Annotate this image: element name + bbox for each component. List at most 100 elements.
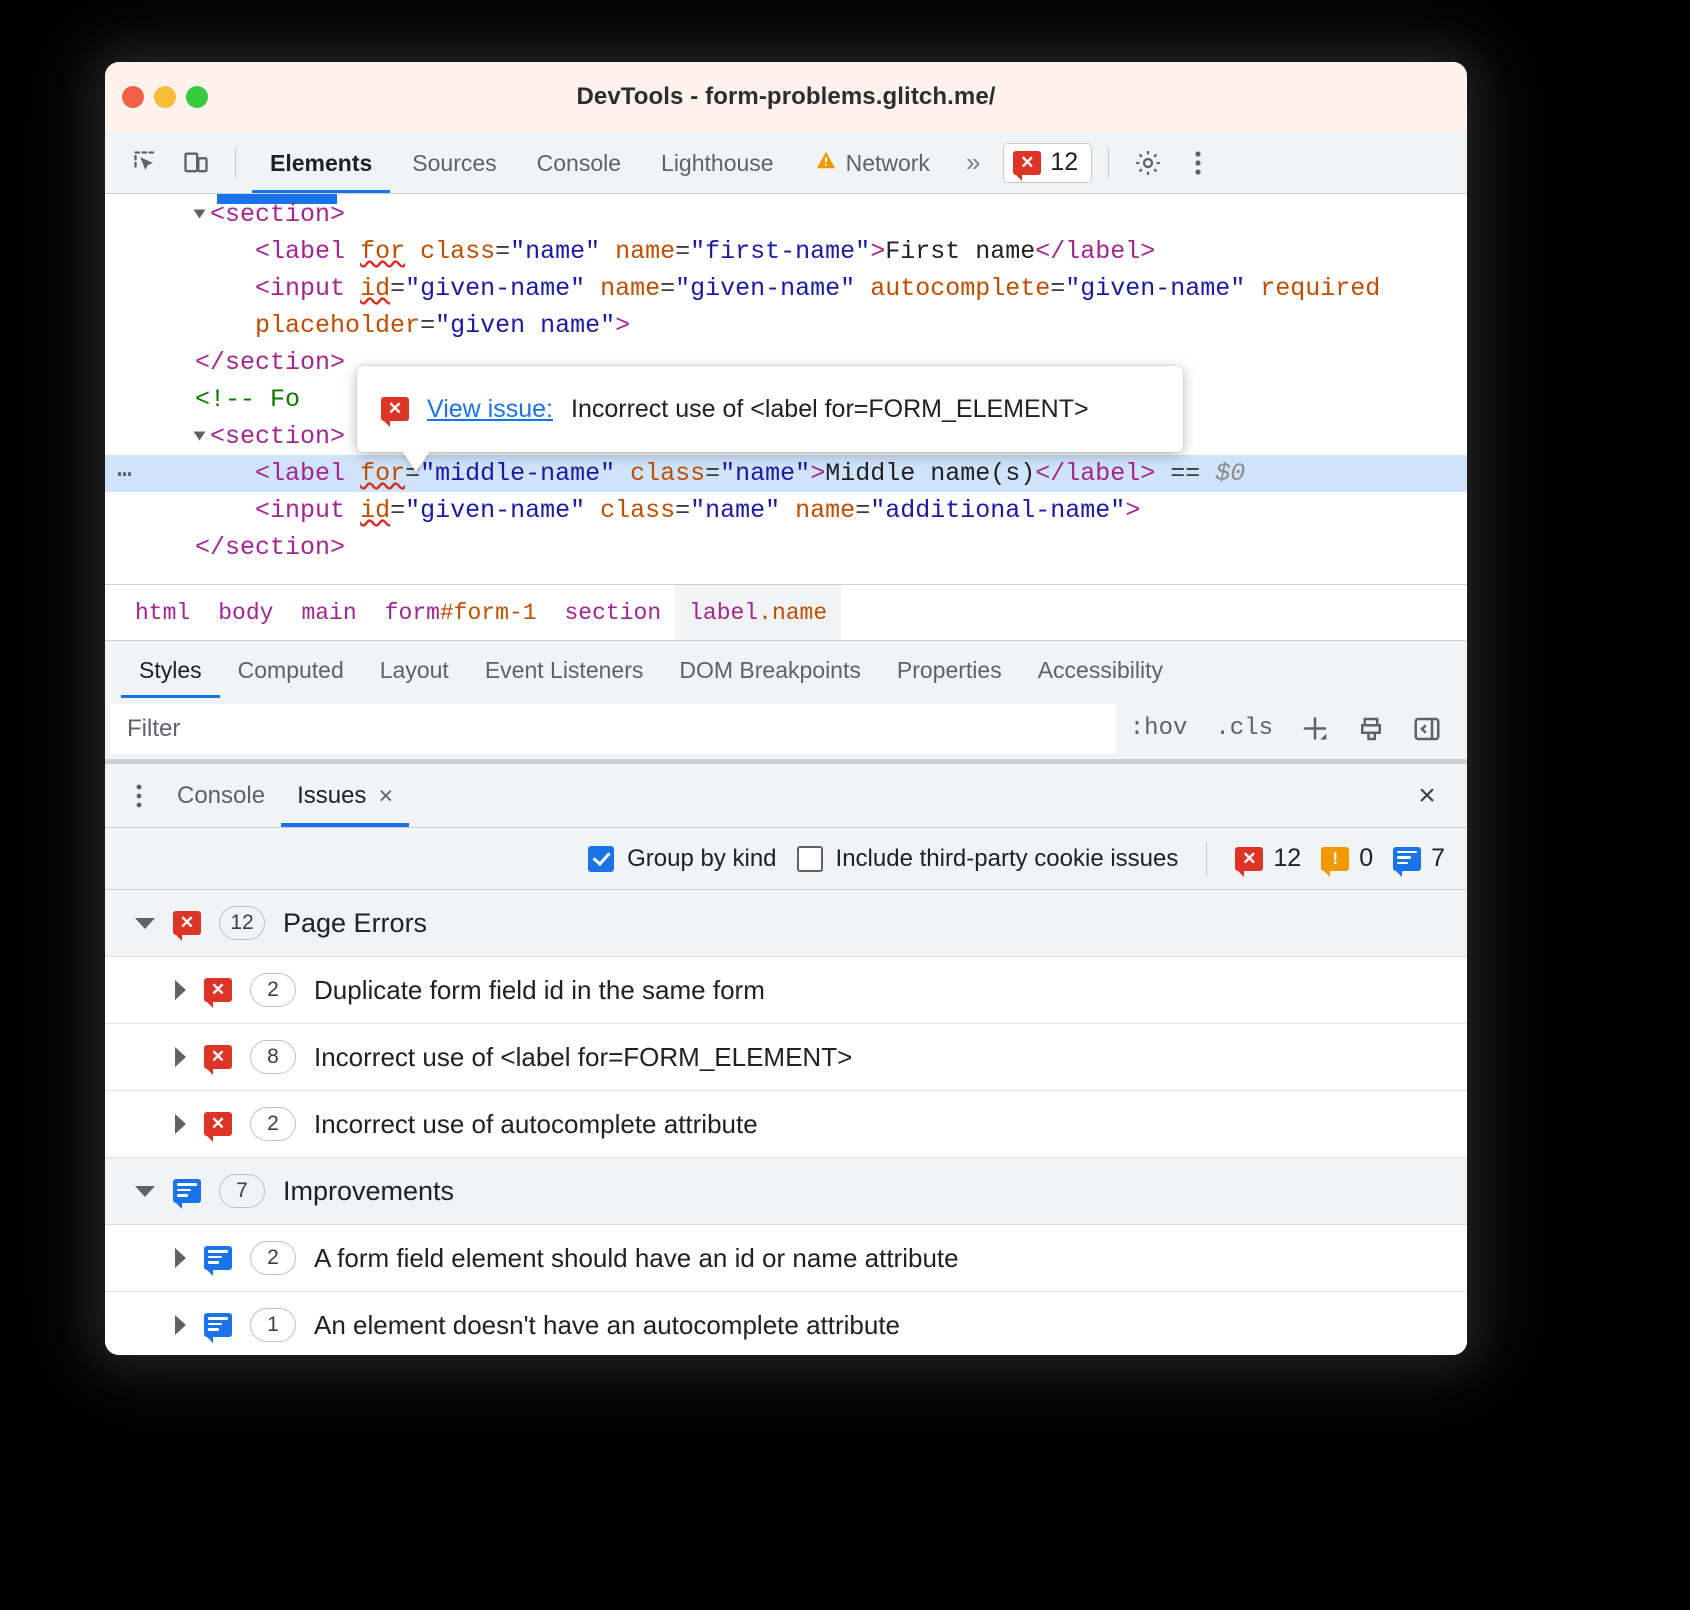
issue-tooltip[interactable]: ✕ View issue: Incorrect use of <label fo… bbox=[357, 366, 1183, 452]
drawer-tab-issues[interactable]: Issues × bbox=[281, 765, 409, 827]
breadcrumb[interactable]: htmlbody main form#form-1sectionlabel.name bbox=[105, 584, 1467, 640]
dom-tree[interactable]: <section> <label for class="name" name="… bbox=[105, 194, 1467, 584]
tab-network[interactable]: Network bbox=[796, 133, 948, 193]
issue-group-label: Improvements bbox=[283, 1176, 454, 1207]
chevron-down-icon[interactable] bbox=[135, 918, 155, 929]
kebab-menu-icon[interactable] bbox=[1175, 141, 1221, 185]
issue-count-pill: 8 bbox=[250, 1040, 296, 1074]
elements-sidebar-tabs[interactable]: StylesComputedLayoutEvent ListenersDOM B… bbox=[105, 640, 1467, 698]
expand-triangle-icon[interactable] bbox=[194, 432, 206, 441]
tab-console[interactable]: Console bbox=[519, 133, 639, 193]
cls-button[interactable]: .cls bbox=[1201, 704, 1287, 754]
dom-token: "given-name" bbox=[675, 274, 855, 303]
close-issues-tab-icon[interactable]: × bbox=[378, 765, 393, 827]
sidebar-tab-dom-breakpoints[interactable]: DOM Breakpoints bbox=[661, 642, 879, 698]
dom-token: First name bbox=[885, 237, 1035, 266]
breadcrumb-item-section[interactable]: section bbox=[551, 585, 676, 641]
dom-line[interactable]: placeholder="given name"> bbox=[105, 307, 1467, 344]
close-window-button[interactable] bbox=[122, 86, 144, 108]
close-icon[interactable]: × bbox=[1405, 774, 1449, 818]
issue-label: Incorrect use of autocomplete attribute bbox=[314, 1109, 758, 1140]
dom-line[interactable]: <input id="given-name" class="name" name… bbox=[105, 492, 1467, 529]
gear-icon[interactable] bbox=[1125, 141, 1171, 185]
chevron-right-icon[interactable] bbox=[175, 980, 186, 1000]
error-badge-icon: ✕ bbox=[1235, 847, 1263, 871]
print-style-icon[interactable] bbox=[1343, 704, 1399, 754]
breadcrumb-item-form[interactable]: form#form-1 bbox=[371, 585, 551, 641]
dom-token: <input bbox=[255, 274, 360, 303]
dom-line[interactable]: <label for class="name" name="first-name… bbox=[105, 233, 1467, 270]
device-toolbar-icon[interactable] bbox=[173, 141, 219, 185]
sidebar-tab-layout[interactable]: Layout bbox=[362, 642, 467, 698]
hov-button[interactable]: :hov bbox=[1116, 704, 1202, 754]
error-count: 12 bbox=[1273, 844, 1301, 873]
tab-sources[interactable]: Sources bbox=[394, 133, 514, 193]
tab-lighthouse[interactable]: Lighthouse bbox=[643, 133, 792, 193]
sidebar-tab-accessibility[interactable]: Accessibility bbox=[1020, 642, 1181, 698]
error-badge-icon: ✕ bbox=[381, 397, 409, 421]
dom-token: = bbox=[390, 496, 405, 525]
dom-line-more-icon[interactable]: ⋯ bbox=[117, 457, 134, 494]
breadcrumb-item-label: main bbox=[301, 600, 356, 626]
warning-count: 0 bbox=[1359, 844, 1373, 873]
chevron-right-icon[interactable] bbox=[175, 1114, 186, 1134]
third-party-cookie-checkbox[interactable]: Include third-party cookie issues bbox=[797, 845, 1179, 873]
breadcrumb-item-main[interactable]: main bbox=[287, 585, 370, 641]
issues-toolbar: Group by kind Include third-party cookie… bbox=[105, 828, 1467, 890]
error-badge-icon: ✕ bbox=[204, 1112, 232, 1136]
dom-line[interactable]: </section> bbox=[105, 529, 1467, 566]
issue-row[interactable]: 2A form field element should have an id … bbox=[105, 1225, 1467, 1292]
issue-row[interactable]: 1An element doesn't have an autocomplete… bbox=[105, 1292, 1467, 1355]
tab-elements[interactable]: Elements bbox=[252, 133, 390, 193]
chevron-down-icon[interactable] bbox=[135, 1186, 155, 1197]
breadcrumb-item-label[interactable]: label.name bbox=[675, 585, 841, 641]
chevron-right-icon[interactable] bbox=[175, 1248, 186, 1268]
search-input[interactable] bbox=[111, 704, 1116, 754]
dom-token: "given-name" bbox=[405, 274, 585, 303]
third-party-label: Include third-party cookie issues bbox=[836, 845, 1179, 873]
minimize-window-button[interactable] bbox=[154, 86, 176, 108]
toolbar-divider-2 bbox=[1108, 148, 1109, 178]
group-by-kind-checkbox[interactable]: Group by kind bbox=[588, 845, 776, 873]
kebab-menu-icon[interactable] bbox=[117, 774, 161, 818]
issue-row[interactable]: ✕2Duplicate form field id in the same fo… bbox=[105, 957, 1467, 1024]
toolbar-error-badge[interactable]: ✕ 12 bbox=[1003, 143, 1092, 183]
issue-group-row[interactable]: ✕12Page Errors bbox=[105, 890, 1467, 957]
issue-count-pill: 12 bbox=[219, 906, 265, 940]
view-issue-link[interactable]: View issue: bbox=[427, 395, 553, 424]
breadcrumb-item-html[interactable]: html bbox=[121, 585, 204, 641]
inspect-element-icon[interactable] bbox=[123, 141, 169, 185]
sidebar-tab-properties[interactable]: Properties bbox=[879, 642, 1020, 698]
chevron-right-icon[interactable] bbox=[175, 1047, 186, 1067]
sidebar-tab-computed[interactable]: Computed bbox=[220, 642, 362, 698]
checkbox-unchecked-icon[interactable] bbox=[797, 846, 823, 872]
dom-token: > bbox=[810, 459, 825, 488]
plus-new-style-rule-icon[interactable] bbox=[1287, 704, 1343, 754]
dom-line[interactable]: <section> bbox=[105, 196, 1467, 233]
issues-list[interactable]: ✕12Page Errors✕2Duplicate form field id … bbox=[105, 890, 1467, 1355]
toggle-sidebar-icon[interactable] bbox=[1399, 704, 1455, 754]
dom-token: "name" bbox=[510, 237, 600, 266]
issue-count-pill: 1 bbox=[250, 1308, 296, 1342]
issue-row[interactable]: ✕2Incorrect use of autocomplete attribut… bbox=[105, 1091, 1467, 1158]
sidebar-tab-event-listeners[interactable]: Event Listeners bbox=[467, 642, 662, 698]
expand-triangle-icon[interactable] bbox=[194, 210, 206, 219]
chevron-double-right-icon[interactable]: » bbox=[952, 147, 991, 178]
drawer-tab-console[interactable]: Console bbox=[161, 765, 281, 827]
sidebar-tab-styles[interactable]: Styles bbox=[121, 642, 220, 698]
issue-row[interactable]: ✕8Incorrect use of <label for=FORM_ELEME… bbox=[105, 1024, 1467, 1091]
dom-token: = bbox=[1050, 274, 1065, 303]
dom-line-selected[interactable]: ⋯ <label for="middle-name" class="name">… bbox=[105, 455, 1467, 492]
dom-token: "first-name" bbox=[690, 237, 870, 266]
tooltip-message: Incorrect use of <label for=FORM_ELEMENT… bbox=[571, 395, 1089, 424]
dom-line[interactable]: <input id="given-name" name="given-name"… bbox=[105, 270, 1467, 307]
maximize-window-button[interactable] bbox=[186, 86, 208, 108]
breadcrumb-item-body[interactable]: body bbox=[204, 585, 287, 641]
chevron-right-icon[interactable] bbox=[175, 1315, 186, 1335]
error-badge-icon: ✕ bbox=[173, 911, 201, 935]
checkbox-checked-icon[interactable] bbox=[588, 846, 614, 872]
screenshot-stage: DevTools - form-problems.glitch.me/ Elem… bbox=[0, 0, 1690, 1610]
toolbar-divider bbox=[235, 148, 236, 178]
issue-group-row[interactable]: 7Improvements bbox=[105, 1158, 1467, 1225]
styles-filter-bar: :hov .cls bbox=[105, 698, 1467, 760]
